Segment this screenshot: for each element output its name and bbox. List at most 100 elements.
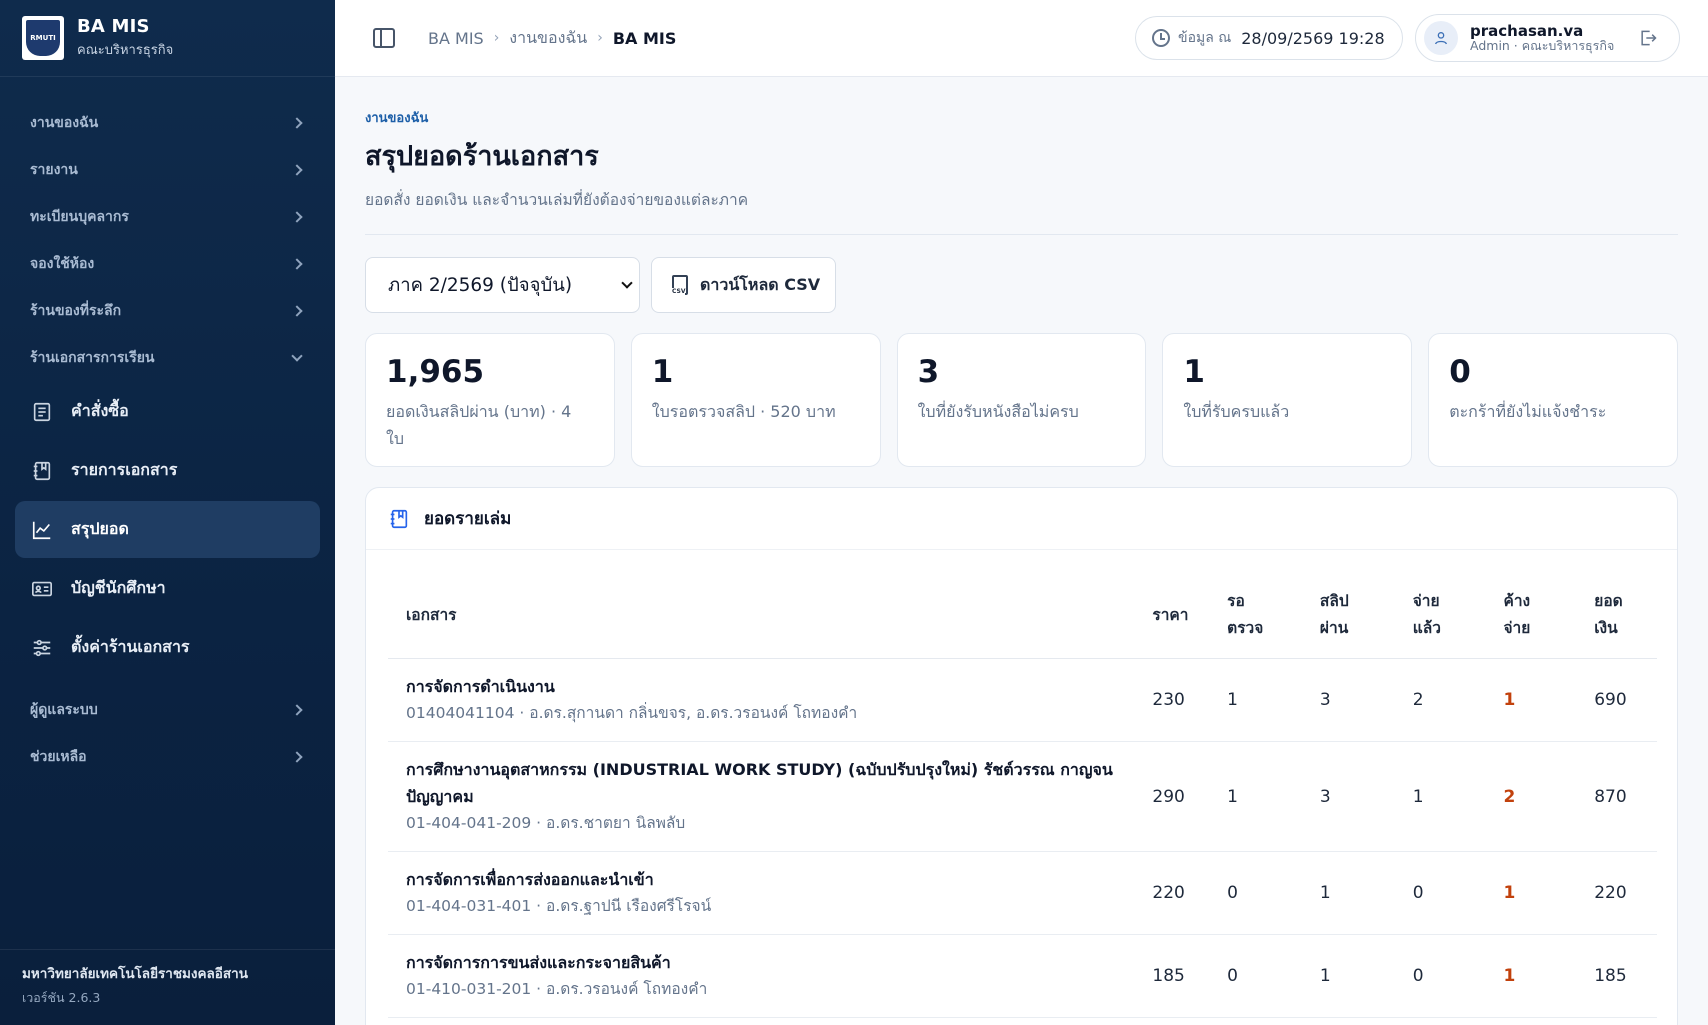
stat-card-pending-slips: 1 ใบรอตรวจสลิป · 520 บาท	[630, 333, 881, 467]
sidebar-item-doc-shop-settings[interactable]: ตั้งค่าร้านเอกสาร	[15, 619, 320, 676]
cell-pending: 0	[1209, 934, 1302, 1018]
table-row[interactable]: การจัดการการขนส่งและกระจายสินค้า 01-410-0…	[388, 934, 1657, 1018]
table-row[interactable]: การศึกษางานอุตสาหกรรม (INDUSTRIAL WORK S…	[388, 741, 1657, 852]
cell-pending: 1	[1209, 741, 1302, 852]
brand-header[interactable]: RMUTI BA MIS คณะบริหารธุรกิจ	[0, 0, 335, 77]
download-csv-button[interactable]: CSV ดาวน์โหลด CSV	[651, 257, 836, 313]
cell-due: 1	[1485, 851, 1577, 935]
logout-icon[interactable]	[1637, 28, 1659, 52]
chevron-right-icon	[291, 750, 303, 763]
stat-card-complete-pickup: 1 ใบที่รับครบแล้ว	[1162, 333, 1413, 467]
document-name: การจัดการการขนส่งและกระจายสินค้า	[406, 953, 671, 972]
cell-amount: 220	[1576, 851, 1657, 935]
sidebar-group-room-booking[interactable]: จองใช้ห้อง	[0, 240, 335, 287]
cell-paid: 1	[1394, 741, 1486, 852]
cell-paid: 0	[1394, 851, 1486, 935]
controls-bar: ภาค 2/2569 (ปัจจุบัน) CSV ดาวน์โหลด CSV	[365, 257, 1678, 313]
document-meta: 01-404-041-209 · อ.ดร.ชาตยา นิลพลับ	[406, 814, 686, 832]
document-meta: 01-404-031-401 · อ.ดร.ฐาปนี เรืองศรีโรจน…	[406, 897, 712, 915]
sidebar-group-help[interactable]: ช่วยเหลือ	[0, 733, 335, 780]
stat-card-slip-amount: 1,965 ยอดเงินสลิปผ่าน (บาท) · 4 ใบ	[365, 333, 615, 467]
cell-price: 290	[1134, 741, 1210, 852]
chevron-right-icon	[291, 304, 303, 317]
per-book-summary-card: ยอดรายเล่ม เอกสาร ราคา รอ ตรวจ สลิป ผ่าน…	[365, 487, 1678, 1025]
sidebar-group-admin[interactable]: ผู้ดูแลระบบ	[0, 686, 335, 733]
breadcrumb-current: BA MIS	[612, 28, 677, 48]
book-icon	[390, 509, 408, 528]
col-amount[interactable]: ยอด เงิน	[1576, 570, 1657, 659]
document-name: การศึกษางานอุตสาหกรรม (INDUSTRIAL WORK S…	[406, 760, 1113, 806]
topbar: BA MIS › งานของฉัน › BA MIS ข้อมูล ณ 28/…	[335, 0, 1708, 77]
col-due[interactable]: ค้าง จ่าย	[1485, 570, 1577, 659]
main-content: งานของฉัน สรุปยอดร้านเอกสาร ยอดสั่ง ยอดเ…	[365, 77, 1678, 1025]
university-logo: RMUTI	[22, 16, 64, 60]
sidebar-toggle-icon[interactable]	[373, 28, 395, 48]
document-name: การจัดการเพื่อการส่งออกและนำเข้า	[406, 870, 654, 889]
breadcrumb: BA MIS › งานของฉัน › BA MIS	[428, 26, 676, 51]
cell-due: 1	[1485, 934, 1577, 1018]
sidebar-item-orders[interactable]: คำสั่งซื้อ	[15, 383, 320, 440]
cell-due: 1	[1485, 658, 1577, 742]
card-title: ยอดรายเล่ม	[424, 509, 512, 529]
chevron-right-icon	[291, 163, 303, 176]
book-icon	[31, 460, 53, 482]
university-name: มหาวิทยาลัยเทคโนโลยีราชมงคลอีสาน	[22, 966, 248, 982]
receipt-icon	[31, 401, 53, 423]
col-slip-ok[interactable]: สลิป ผ่าน	[1301, 570, 1395, 659]
stats-row: 1,965 ยอดเงินสลิปผ่าน (บาท) · 4 ใบ 1 ใบร…	[365, 333, 1678, 467]
app-subtitle: คณะบริหารธุรกิจ	[77, 43, 174, 58]
version-label: เวอร์ชัน 2.6.3	[22, 990, 101, 1005]
per-book-table: เอกสาร ราคา รอ ตรวจ สลิป ผ่าน จ่าย แล้ว …	[388, 570, 1657, 1018]
user-menu[interactable]: prachasan.va Admin · คณะบริหารธุรกิจ	[1415, 14, 1680, 62]
col-pending[interactable]: รอ ตรวจ	[1209, 570, 1302, 659]
cell-price: 220	[1134, 851, 1210, 935]
cell-due: 2	[1485, 741, 1577, 852]
sidebar-item-summary[interactable]: สรุปยอด	[15, 501, 320, 558]
app-title: BA MIS	[77, 16, 150, 37]
table-header-row: เอกสาร ราคา รอ ตรวจ สลิป ผ่าน จ่าย แล้ว …	[388, 570, 1657, 659]
col-paid[interactable]: จ่าย แล้ว	[1394, 570, 1486, 659]
divider	[365, 234, 1678, 235]
stat-card-incomplete-pickup: 3 ใบที่ยังรับหนังสือไม่ครบ	[896, 333, 1147, 467]
cell-paid: 0	[1394, 934, 1486, 1018]
chevron-down-icon	[621, 276, 633, 289]
chevron-right-icon	[291, 703, 303, 716]
chevron-right-icon	[291, 257, 303, 270]
cell-pending: 0	[1209, 851, 1302, 935]
term-select[interactable]: ภาค 2/2569 (ปัจจุบัน)	[365, 257, 640, 313]
stat-card-unpaid-carts: 0 ตะกร้าที่ยังไม่แจ้งชำระ	[1428, 333, 1678, 467]
cell-slip-ok: 1	[1301, 851, 1395, 935]
chevron-right-icon: ›	[597, 30, 603, 46]
breadcrumb-item[interactable]: BA MIS	[428, 29, 484, 48]
sidebar-group-personnel[interactable]: ทะเบียนบุคลากร	[0, 193, 335, 240]
cell-amount: 870	[1576, 741, 1657, 852]
table-row[interactable]: การจัดการเพื่อการส่งออกและนำเข้า 01-404-0…	[388, 851, 1657, 935]
col-price[interactable]: ราคา	[1134, 570, 1210, 659]
col-document[interactable]: เอกสาร	[388, 570, 1135, 659]
cell-amount: 185	[1576, 934, 1657, 1018]
sidebar-item-student-accounts[interactable]: บัญชีนักศึกษา	[15, 560, 320, 617]
cell-slip-ok: 3	[1301, 658, 1395, 742]
sidebar: RMUTI BA MIS คณะบริหารธุรกิจ งานของฉัน ร…	[0, 0, 335, 1025]
csv-file-icon: CSV	[672, 275, 688, 295]
chevron-right-icon	[291, 210, 303, 223]
user-role: Admin · คณะบริหารธุรกิจ	[1470, 38, 1615, 53]
data-timestamp: ข้อมูล ณ 28/09/2569 19:28	[1135, 16, 1403, 60]
cell-price: 185	[1134, 934, 1210, 1018]
table-row[interactable]: การจัดการดำเนินงาน 01404041104 · อ.ดร.สุก…	[388, 658, 1657, 742]
document-name: การจัดการดำเนินงาน	[406, 677, 555, 696]
cell-slip-ok: 3	[1301, 741, 1395, 852]
sidebar-group-my-work[interactable]: งานของฉัน	[0, 99, 335, 146]
sidebar-group-reports[interactable]: รายงาน	[0, 146, 335, 193]
sidebar-group-souvenir-shop[interactable]: ร้านของที่ระลึก	[0, 287, 335, 334]
chevron-down-icon	[291, 349, 303, 362]
chevron-right-icon	[291, 116, 303, 129]
cell-amount: 690	[1576, 658, 1657, 742]
page-eyebrow[interactable]: งานของฉัน	[365, 107, 1678, 128]
cell-slip-ok: 1	[1301, 934, 1395, 1018]
sidebar-item-documents[interactable]: รายการเอกสาร	[15, 442, 320, 499]
document-meta: 01-410-031-201 · อ.ดร.วรอนงค์ โถทองคำ	[406, 980, 708, 998]
chart-icon	[31, 519, 53, 541]
breadcrumb-item[interactable]: งานของฉัน	[509, 26, 587, 51]
sidebar-group-doc-shop[interactable]: ร้านเอกสารการเรียน	[0, 334, 335, 381]
